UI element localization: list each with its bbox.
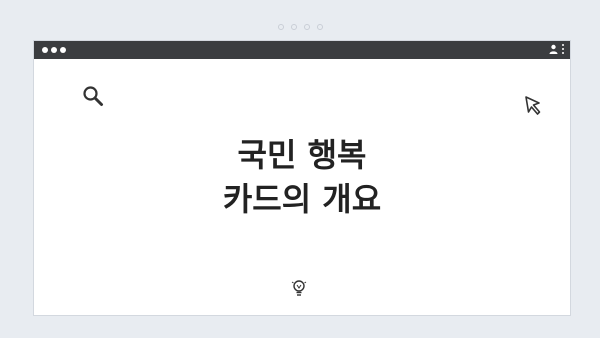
close-dot[interactable]: [42, 47, 48, 53]
profile-icon[interactable]: [549, 44, 558, 54]
pagination-dot: [277, 24, 284, 30]
browser-window: 국민 행복 카드의 개요: [33, 40, 571, 316]
kebab-menu-icon[interactable]: [562, 43, 564, 54]
titlebar-actions: [549, 43, 564, 54]
window-titlebar: [34, 41, 570, 59]
minimize-dot[interactable]: [51, 47, 57, 53]
title-line-1: 국민 행복: [237, 136, 367, 174]
window-controls: [42, 47, 66, 53]
pagination-dots: [0, 24, 600, 30]
cursor-icon: [525, 96, 541, 115]
title-line-2: 카드의 개요: [222, 180, 382, 218]
window-content: 국민 행복 카드의 개요: [34, 59, 570, 315]
lightbulb-icon: [291, 280, 307, 296]
pagination-dot: [303, 24, 310, 30]
pagination-dot: [290, 24, 297, 30]
search-icon: [83, 86, 103, 106]
page-title: 국민 행복 카드의 개요: [34, 133, 570, 221]
maximize-dot[interactable]: [60, 47, 66, 53]
pagination-dot: [316, 24, 323, 30]
